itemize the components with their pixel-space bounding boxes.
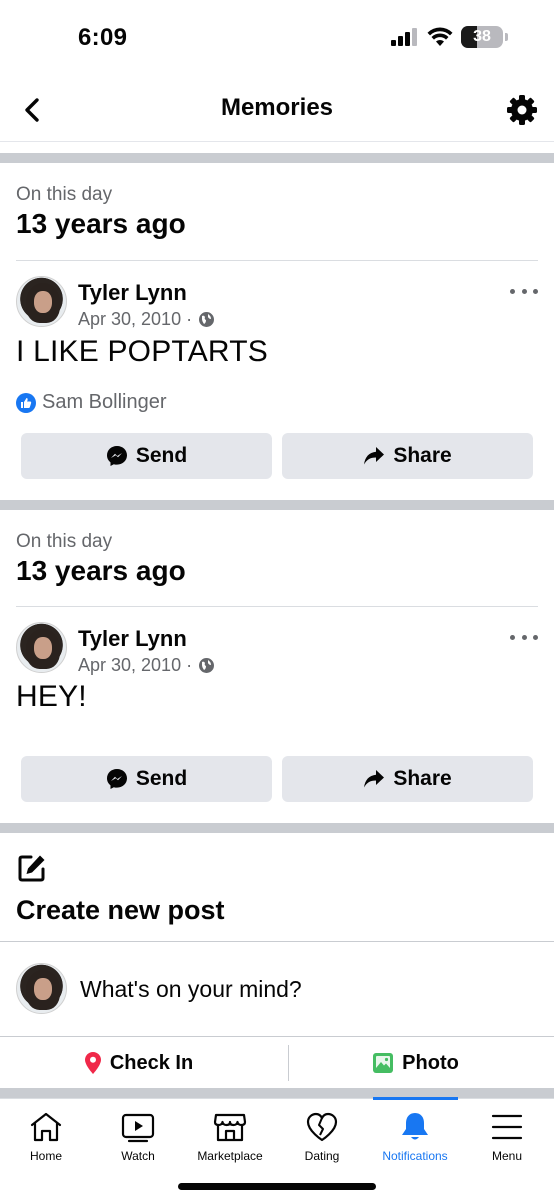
more-dot — [510, 288, 515, 294]
share-arrow-icon — [364, 770, 385, 788]
post-date-text: Apr 30, 2010 · — [78, 309, 193, 329]
send-label: Send — [135, 444, 188, 467]
reaction-summary[interactable]: Sam Bollinger — [16, 391, 167, 414]
nav-dating-label: Dating — [304, 1149, 340, 1163]
watch-icon — [121, 1113, 155, 1143]
composer-avatar[interactable] — [16, 963, 67, 1014]
memory-kicker: On this day — [16, 184, 113, 205]
share-label: Share — [393, 767, 452, 790]
nav-notifications-label: Notifications — [382, 1149, 448, 1163]
globe-icon — [199, 312, 215, 327]
nav-dating[interactable]: Dating — [276, 1099, 368, 1179]
send-label: Send — [135, 767, 188, 790]
check-in-label: Check In — [109, 1051, 194, 1074]
status-bar: 6:09 38 — [0, 0, 554, 76]
like-icon — [16, 392, 36, 413]
messenger-icon — [106, 446, 127, 466]
status-time: 6:09 — [78, 24, 128, 51]
nav-marketplace[interactable]: Marketplace — [184, 1099, 276, 1179]
avatar[interactable] — [16, 276, 67, 327]
nav-watch-label: Watch — [121, 1149, 155, 1163]
more-dot — [521, 634, 527, 640]
nav-home[interactable]: Home — [0, 1099, 92, 1179]
more-dot — [533, 634, 538, 640]
more-options-button[interactable] — [510, 630, 538, 644]
create-post-divider — [0, 941, 554, 942]
battery-cap — [505, 33, 508, 41]
post-date: Apr 30, 2010 · — [78, 655, 215, 676]
photo-icon — [373, 1053, 394, 1073]
nav-notifications[interactable]: Notifications — [369, 1099, 461, 1179]
section-divider — [0, 1088, 554, 1098]
photo-label: Photo — [402, 1051, 459, 1074]
messenger-icon — [106, 769, 127, 789]
home-indicator — [178, 1183, 376, 1190]
menu-icon — [491, 1114, 523, 1140]
edit-icon — [18, 855, 45, 882]
section-divider — [0, 153, 554, 163]
avatar-face — [34, 291, 52, 313]
check-in-button[interactable]: Check In — [0, 1037, 277, 1089]
composer-input[interactable]: What's on your mind? — [80, 976, 302, 1003]
create-post-title: Create new post — [16, 895, 225, 925]
photo-button[interactable]: Photo — [277, 1037, 554, 1089]
post-text: HEY! — [16, 680, 87, 713]
post-author[interactable]: Tyler Lynn — [78, 626, 187, 652]
share-label: Share — [393, 444, 452, 467]
memory-heading: 13 years ago — [16, 555, 186, 586]
battery-indicator: 38 — [461, 26, 503, 48]
nav-menu[interactable]: Menu — [461, 1099, 553, 1179]
signal-icon — [391, 28, 417, 46]
nav-home-label: Home — [29, 1149, 62, 1163]
memory-divider — [16, 606, 538, 607]
avatar[interactable] — [16, 622, 67, 673]
memory-card: On this day 13 years ago Tyler Lynn Apr … — [0, 510, 554, 823]
marketplace-icon — [213, 1113, 247, 1142]
nav-menu-label: Menu — [491, 1149, 523, 1163]
section-divider — [0, 823, 554, 833]
post-author[interactable]: Tyler Lynn — [78, 280, 187, 306]
post-date-text: Apr 30, 2010 · — [78, 655, 193, 675]
more-dot — [521, 288, 527, 294]
avatar-face — [34, 637, 52, 659]
status-icons: 38 — [391, 26, 508, 48]
page-title: Memories — [220, 94, 334, 121]
send-button[interactable]: Send — [21, 756, 272, 802]
gear-icon — [507, 95, 537, 125]
battery-level: 38 — [473, 28, 491, 45]
wifi-icon — [427, 27, 453, 46]
globe-icon — [199, 658, 215, 673]
header: Memories — [0, 76, 554, 142]
post-date: Apr 30, 2010 · — [78, 309, 215, 330]
home-icon — [30, 1112, 62, 1142]
share-arrow-icon — [364, 447, 385, 465]
share-button[interactable]: Share — [282, 756, 533, 802]
memory-heading: 13 years ago — [16, 208, 186, 239]
memory-card: On this day 13 years ago Tyler Lynn Apr … — [0, 163, 554, 500]
nav-marketplace-label: Marketplace — [197, 1149, 263, 1163]
post-text: I LIKE POPTARTS — [16, 335, 268, 368]
bell-icon — [402, 1113, 428, 1140]
send-button[interactable]: Send — [21, 433, 272, 479]
share-button[interactable]: Share — [282, 433, 533, 479]
section-divider — [0, 500, 554, 510]
reaction-name: Sam Bollinger — [42, 391, 167, 413]
avatar-face — [34, 978, 52, 1000]
settings-button[interactable] — [504, 92, 540, 128]
more-dot — [533, 288, 538, 294]
composer-actions: Check In Photo — [0, 1036, 554, 1088]
memory-divider — [16, 260, 538, 261]
more-options-button[interactable] — [510, 284, 538, 298]
memory-kicker: On this day — [16, 531, 113, 552]
dating-icon — [306, 1112, 338, 1142]
nav-watch[interactable]: Watch — [92, 1099, 184, 1179]
more-dot — [510, 634, 515, 640]
location-pin-icon — [84, 1052, 101, 1074]
